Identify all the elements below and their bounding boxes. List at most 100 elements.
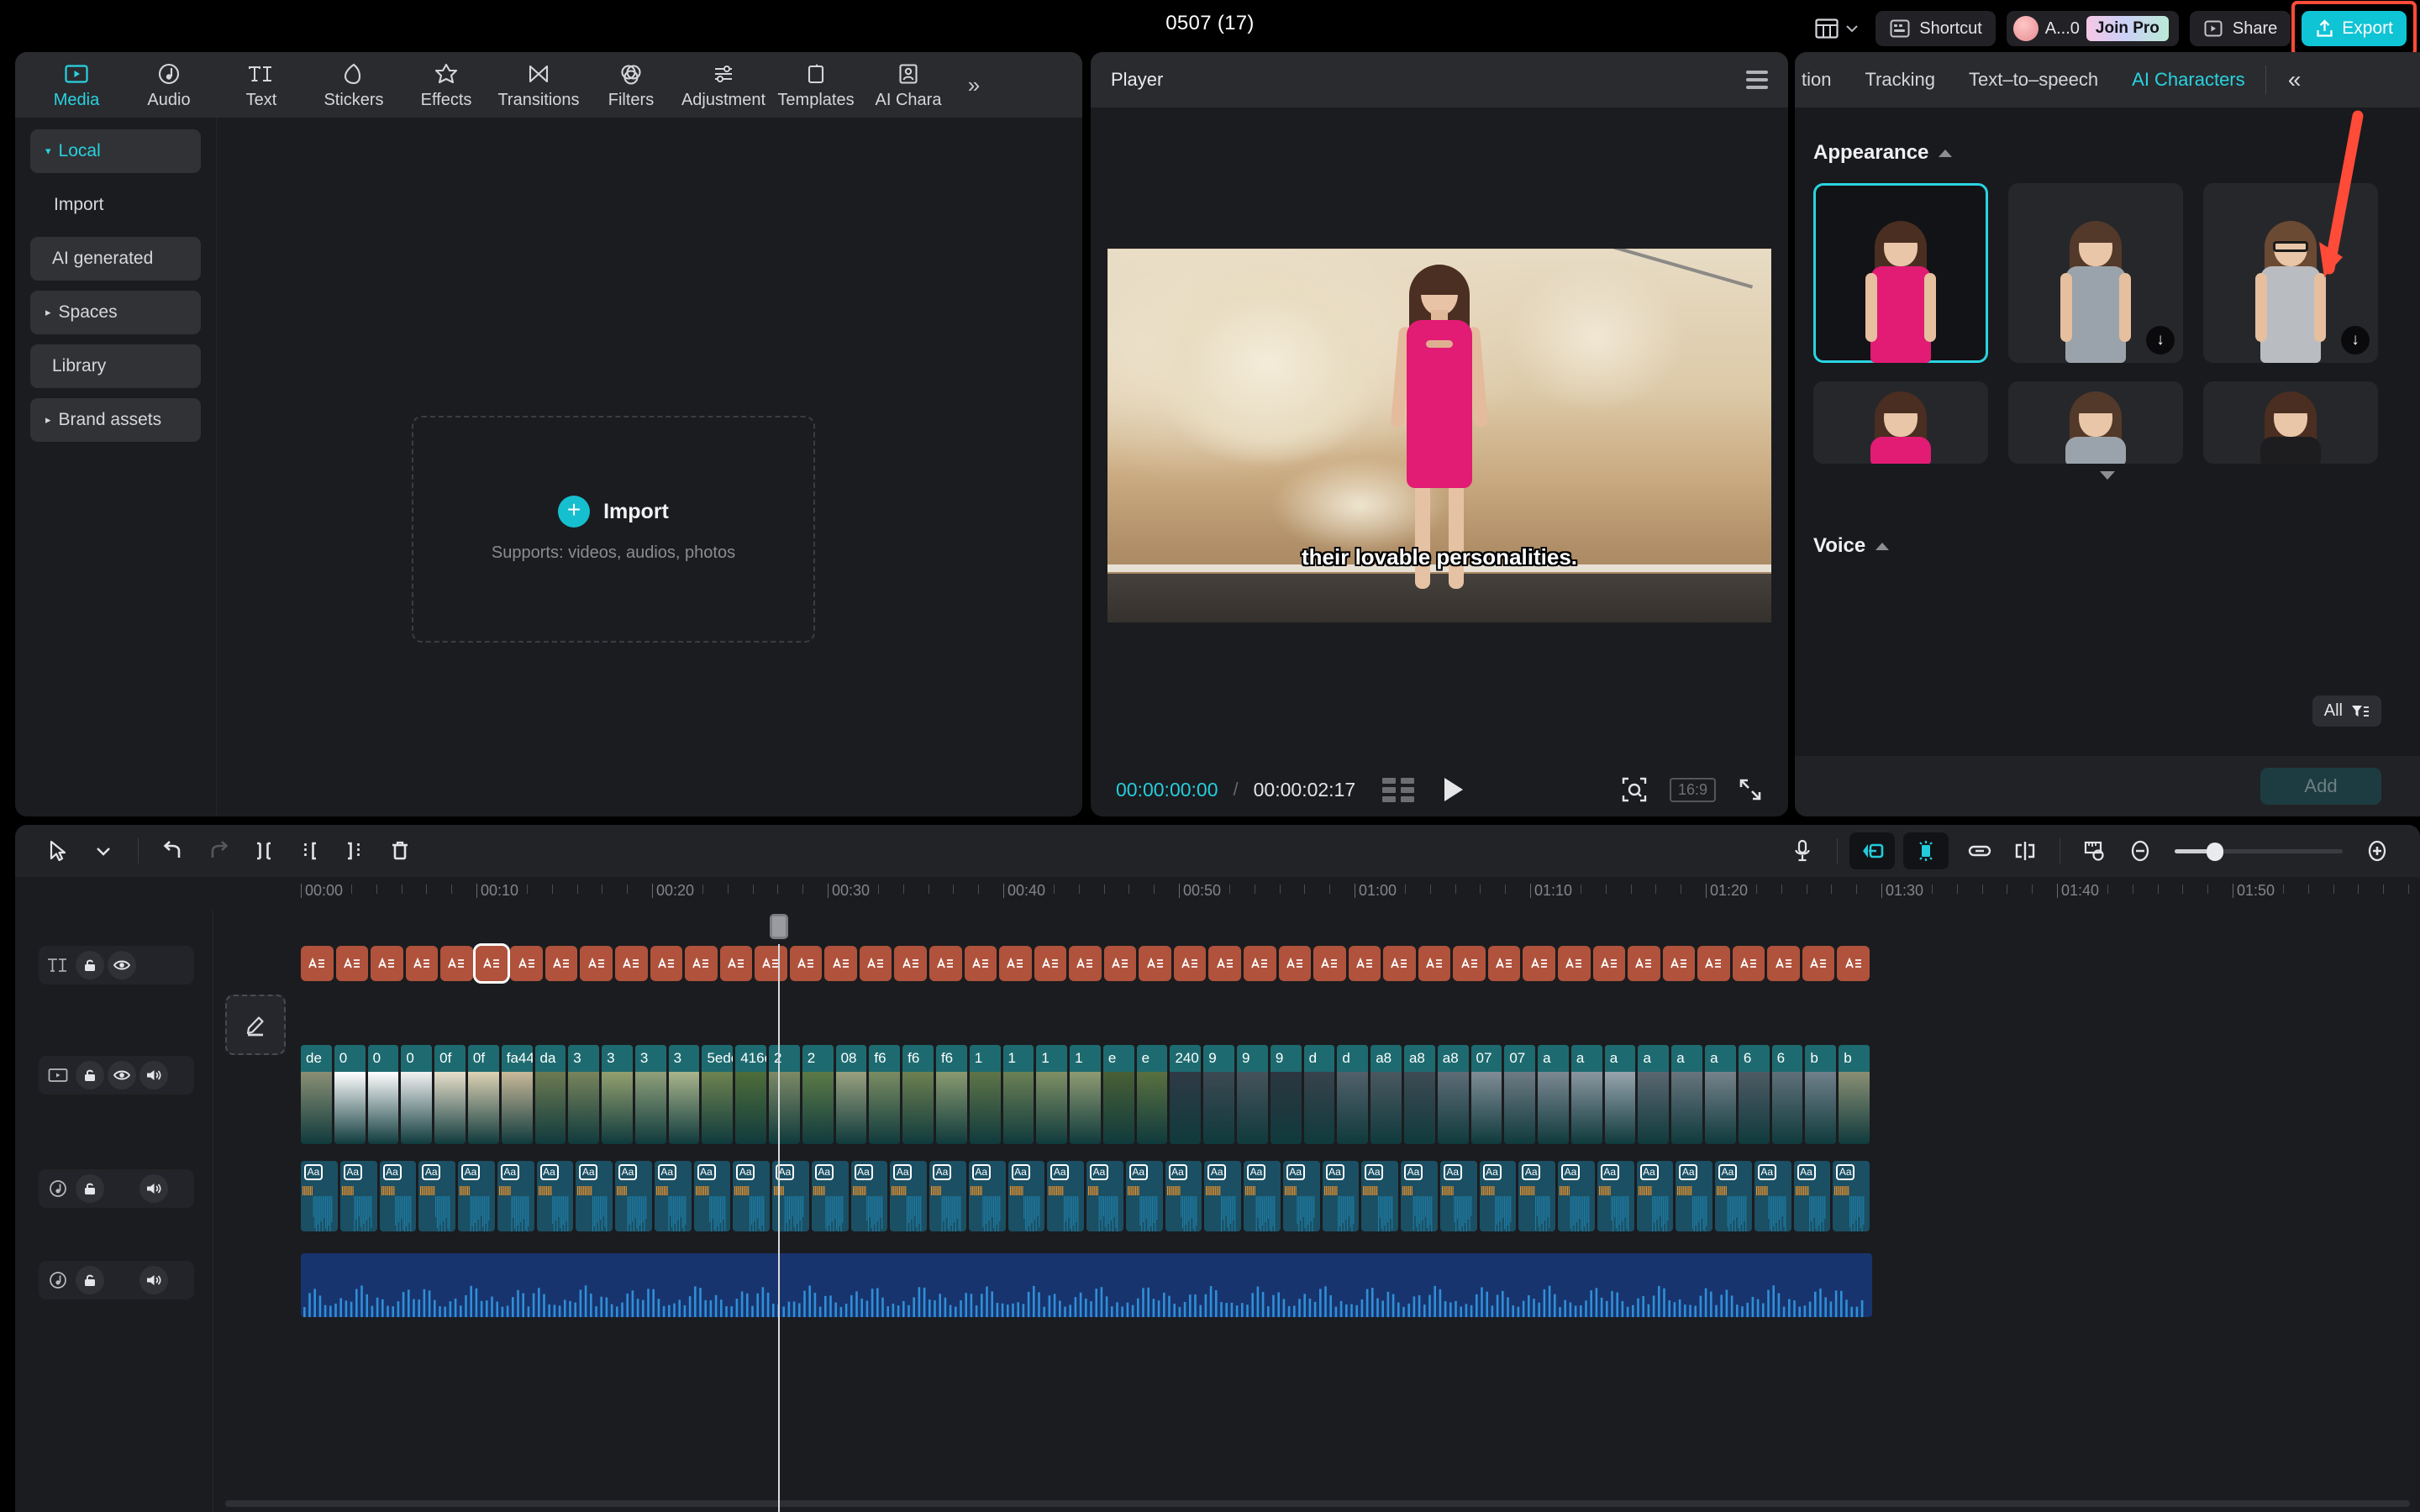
download-icon[interactable]: ↓ xyxy=(2341,326,2370,354)
text-clip[interactable] xyxy=(440,946,473,981)
tab-media[interactable]: Media xyxy=(30,52,123,118)
text-clip[interactable] xyxy=(1383,946,1416,981)
import-dropzone[interactable]: + Import Supports: videos, audios, photo… xyxy=(412,416,815,643)
speech-clip[interactable]: Aa xyxy=(1597,1161,1634,1231)
appearance-card-grey-top-portrait[interactable] xyxy=(2008,381,2183,464)
speech-clip[interactable]: Aa xyxy=(379,1161,417,1231)
video-clip[interactable]: da xyxy=(534,1045,566,1144)
speech-clip[interactable]: Aa xyxy=(1558,1161,1595,1231)
text-clip[interactable] xyxy=(964,946,997,981)
speech-clip[interactable]: Aa xyxy=(458,1161,495,1231)
video-clip[interactable]: 07 xyxy=(1470,1045,1502,1144)
video-clip[interactable]: 3 xyxy=(634,1045,666,1144)
speech-clip[interactable]: Aa xyxy=(497,1161,534,1231)
track-header-video[interactable] xyxy=(39,1056,194,1095)
video-clip[interactable]: 9 xyxy=(1270,1045,1302,1144)
text-clip[interactable] xyxy=(371,946,403,981)
unlock-icon[interactable] xyxy=(76,1061,104,1089)
speech-clip[interactable]: Aa xyxy=(1676,1161,1712,1231)
speech-clip[interactable]: Aa xyxy=(1125,1161,1163,1231)
track-header-audio-2[interactable] xyxy=(39,1261,194,1299)
text-clip[interactable] xyxy=(789,946,823,981)
speech-clip[interactable]: Aa xyxy=(1204,1161,1241,1231)
video-clip[interactable]: 5ede xyxy=(702,1045,734,1144)
timeline-scrollbar[interactable] xyxy=(225,1500,2410,1507)
video-clip[interactable]: 1 xyxy=(1036,1045,1068,1144)
video-clip[interactable]: 0f xyxy=(467,1045,499,1144)
text-clip[interactable] xyxy=(1662,946,1696,981)
speech-clip[interactable]: Aa xyxy=(1479,1161,1517,1231)
playback-quality-icon[interactable] xyxy=(1382,777,1415,802)
text-clip[interactable] xyxy=(1103,946,1137,981)
text-clip[interactable] xyxy=(1628,946,1660,981)
text-clip[interactable] xyxy=(1487,946,1521,981)
speech-clip[interactable]: Aa xyxy=(693,1161,731,1231)
text-clip[interactable] xyxy=(650,946,683,981)
volume-icon[interactable] xyxy=(139,1266,168,1294)
appearance-card-grey-sweater-glasses[interactable]: ↓ xyxy=(2203,183,2378,363)
speech-clip[interactable]: Aa xyxy=(1007,1161,1045,1231)
split-icon[interactable] xyxy=(241,832,287,869)
magnetic-snap-toggle[interactable] xyxy=(1903,832,1949,869)
video-clip[interactable]: f6 xyxy=(869,1045,901,1144)
video-clip[interactable]: a xyxy=(1671,1045,1703,1144)
tab-text-to-speech[interactable]: Text–to–speech xyxy=(1952,52,2115,108)
sidebar-item-local[interactable]: ▾ Local xyxy=(30,129,201,173)
triangle-up-icon[interactable] xyxy=(1876,542,1890,550)
playhead[interactable] xyxy=(770,914,788,1512)
link-icon[interactable] xyxy=(1957,832,2002,869)
video-clip[interactable]: d xyxy=(1337,1045,1369,1144)
video-clip[interactable]: 0 xyxy=(367,1045,399,1144)
microphone-icon[interactable] xyxy=(1780,832,1825,869)
text-clip[interactable] xyxy=(1802,946,1835,981)
speech-clip[interactable]: Aa xyxy=(890,1161,927,1231)
tab-transitions[interactable]: Transitions xyxy=(492,52,585,118)
unlock-icon[interactable] xyxy=(76,1174,104,1203)
speech-clip[interactable]: Aa xyxy=(1047,1161,1084,1231)
video-clip[interactable]: a8 xyxy=(1437,1045,1469,1144)
text-clip[interactable] xyxy=(1732,946,1765,981)
text-clip[interactable] xyxy=(1348,946,1381,981)
chevron-double-left-icon[interactable]: « xyxy=(2270,52,2320,108)
video-clip[interactable]: a8 xyxy=(1403,1045,1435,1144)
fit-timeline-icon[interactable] xyxy=(2072,832,2118,869)
appearance-card-pink-dress-portrait[interactable] xyxy=(1813,381,1988,464)
marker-icon[interactable] xyxy=(2002,832,2048,869)
text-clip[interactable] xyxy=(1244,946,1276,981)
video-clip[interactable]: 3 xyxy=(602,1045,633,1144)
export-button[interactable]: Export xyxy=(2302,11,2407,46)
speech-clip[interactable]: Aa xyxy=(733,1161,770,1231)
video-clip[interactable]: a xyxy=(1538,1045,1569,1144)
video-clip[interactable]: fa44 xyxy=(501,1045,533,1144)
text-clip[interactable] xyxy=(1697,946,1730,981)
speech-clip[interactable]: Aa xyxy=(1401,1161,1438,1231)
current-timecode[interactable]: 00:00:00:00 xyxy=(1116,779,1218,801)
text-clip[interactable] xyxy=(301,946,334,981)
tab-audio[interactable]: Audio xyxy=(123,52,215,118)
trim-end-icon[interactable] xyxy=(332,832,377,869)
video-clip[interactable]: a xyxy=(1604,1045,1636,1144)
track-header-text[interactable] xyxy=(39,946,194,984)
eye-icon[interactable] xyxy=(108,1061,136,1089)
text-clip[interactable] xyxy=(894,946,927,981)
voice-filter-button[interactable]: All xyxy=(2312,696,2381,727)
join-pro-badge[interactable]: Join Pro xyxy=(2086,16,2169,41)
speech-clip[interactable]: Aa xyxy=(1518,1161,1555,1231)
tab-tracking[interactable]: Tracking xyxy=(1848,52,1952,108)
ripple-delete-toggle[interactable] xyxy=(1849,832,1895,869)
timeline-ruler[interactable]: 00:00 00:10 00:20 00:30 00:40 00:50 01:00 01:10… xyxy=(15,877,2420,911)
text-clip[interactable] xyxy=(1418,946,1451,981)
video-clip[interactable]: 0 xyxy=(334,1045,366,1144)
zoom-out-icon[interactable] xyxy=(2118,832,2163,869)
speech-clip[interactable]: Aa xyxy=(615,1161,652,1231)
triangle-down-icon[interactable] xyxy=(2100,471,2115,480)
eye-icon[interactable] xyxy=(108,951,136,979)
volume-icon[interactable] xyxy=(139,1061,168,1089)
unlock-icon[interactable] xyxy=(76,951,104,979)
zoom-in-icon[interactable] xyxy=(2354,832,2400,869)
video-clip[interactable]: 2 xyxy=(769,1045,800,1144)
speech-clip[interactable]: Aa xyxy=(418,1161,455,1231)
account-button[interactable]: A...0 Join Pro xyxy=(2006,11,2179,46)
video-clip[interactable]: a xyxy=(1705,1045,1736,1144)
text-clip[interactable] xyxy=(824,946,857,981)
